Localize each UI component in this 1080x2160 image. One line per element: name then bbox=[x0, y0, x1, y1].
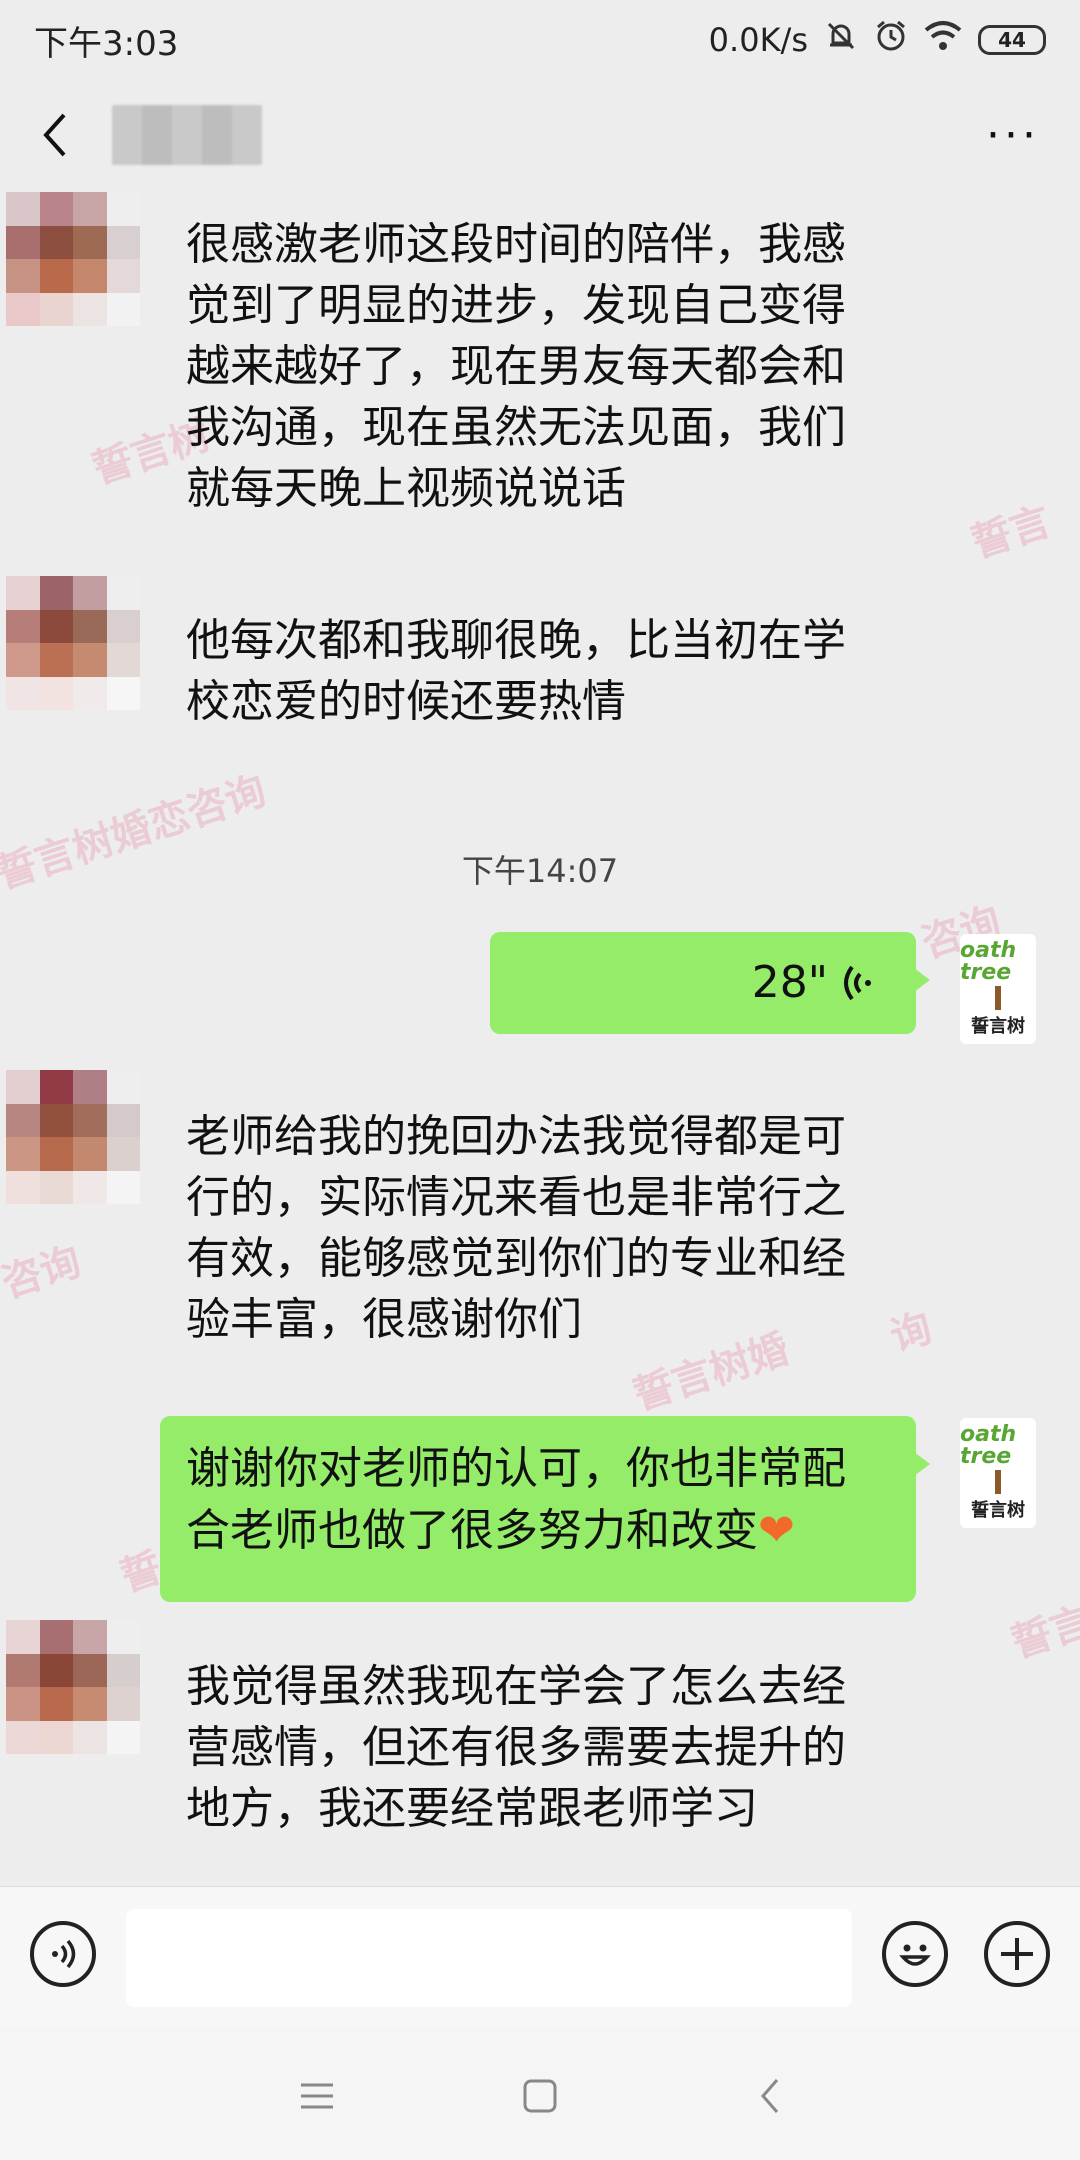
message-line: 越来越好了，现在男友每天都会和 bbox=[186, 341, 846, 392]
add-more-button[interactable] bbox=[984, 1921, 1050, 1987]
avatar[interactable] bbox=[6, 1620, 140, 1754]
message-text: 我觉得虽然我现在学会了怎么去经 营感情，但还有很多需要去提升的 地方，我还要经常… bbox=[186, 1656, 906, 1839]
message-text: 他每次都和我聊很晚，比当初在学 校恋爱的时候还要热情 bbox=[186, 610, 906, 732]
status-bar: 下午3:03 0.0K/s 44 bbox=[0, 0, 1080, 80]
wifi-icon bbox=[924, 20, 962, 60]
logo-name: 誓言树 bbox=[971, 1500, 1025, 1521]
message-text: 老师给我的挽回办法我觉得都是可 行的，实际情况来看也是非常行之 有效，能够感觉到… bbox=[186, 1106, 906, 1350]
mute-bell-icon bbox=[824, 19, 858, 61]
voice-message-bubble[interactable]: 28" bbox=[490, 932, 930, 1034]
watermark: 咨询 bbox=[0, 1238, 87, 1308]
logo-mark: oath tree bbox=[960, 938, 1017, 985]
home-button[interactable] bbox=[510, 2066, 570, 2126]
message-line: 他每次都和我聊很晚，比当初在学 bbox=[186, 615, 846, 666]
message-timestamp: 下午14:07 bbox=[461, 852, 619, 890]
alarm-icon bbox=[874, 19, 908, 61]
voice-wave-icon bbox=[844, 965, 871, 1001]
message-line: 就每天晚上视频说说话 bbox=[186, 463, 626, 514]
message-line: 有效，能够感觉到你们的专业和经 bbox=[186, 1233, 846, 1284]
battery-icon: 44 bbox=[978, 25, 1046, 55]
logo-mark: oath tree bbox=[960, 1422, 1017, 1469]
back-icon bbox=[761, 2079, 779, 2113]
voice-input-icon bbox=[52, 1939, 76, 1969]
watermark: 誓言 bbox=[966, 498, 1057, 568]
message-text: 很感激老师这段时间的陪伴，我感 觉到了明显的进步，发现自己变得 越来越好了，现在… bbox=[186, 214, 906, 519]
message-line: 觉到了明显的进步，发现自己变得 bbox=[186, 280, 846, 331]
message-input[interactable] bbox=[126, 1909, 852, 2007]
status-time: 下午3:03 bbox=[34, 23, 179, 64]
sent-message-bubble[interactable]: 谢谢你对老师的认可，你也非常配 合老师也做了很多努力和改变❤ bbox=[160, 1416, 930, 1602]
watermark: 誓言 bbox=[1006, 1598, 1080, 1668]
more-button[interactable]: ··· bbox=[986, 110, 1050, 161]
brand-avatar[interactable]: oath tree 誓言树 bbox=[960, 1418, 1036, 1528]
avatar[interactable] bbox=[6, 192, 140, 326]
message-line: 我沟通，现在虽然无法见面，我们 bbox=[186, 402, 846, 453]
back-button[interactable] bbox=[30, 105, 80, 165]
message-line: 很感激老师这段时间的陪伴，我感 bbox=[186, 219, 846, 270]
logo-name: 誓言树 bbox=[971, 1016, 1025, 1037]
chat-title bbox=[112, 105, 262, 165]
voice-input-button[interactable] bbox=[30, 1921, 96, 1987]
back-nav-button[interactable] bbox=[740, 2066, 800, 2126]
menu-icon bbox=[301, 2083, 333, 2109]
chat-header: ··· bbox=[0, 80, 1080, 190]
voice-duration: 28" bbox=[751, 957, 828, 1008]
avatar[interactable] bbox=[6, 1070, 140, 1204]
message-line: 营感情，但还有很多需要去提升的 bbox=[186, 1722, 846, 1773]
network-speed: 0.0K/s bbox=[708, 21, 808, 59]
message-line: 谢谢你对老师的认可，你也非常配 bbox=[186, 1443, 846, 1494]
message-line: 行的，实际情况来看也是非常行之 bbox=[186, 1172, 846, 1223]
message-line: 老师给我的挽回办法我觉得都是可 bbox=[186, 1111, 846, 1162]
brand-avatar[interactable]: oath tree 誓言树 bbox=[960, 934, 1036, 1044]
system-nav-bar bbox=[0, 2026, 1080, 2160]
emoji-button[interactable] bbox=[882, 1921, 948, 1987]
message-line: 校恋爱的时候还要热情 bbox=[186, 676, 626, 727]
status-icons: 0.0K/s 44 bbox=[709, 19, 1046, 61]
message-line: 我觉得虽然我现在学会了怎么去经 bbox=[186, 1661, 846, 1712]
message-line: 地方，我还要经常跟老师学习 bbox=[186, 1783, 758, 1834]
message-line-text: 合老师也做了很多努力和改变 bbox=[186, 1505, 758, 1556]
emoji-icon bbox=[899, 1944, 931, 1966]
tree-icon bbox=[995, 986, 1001, 1010]
heart-emoji-icon: ❤ bbox=[758, 1505, 795, 1556]
plus-icon bbox=[1001, 1938, 1033, 1970]
chevron-left-icon bbox=[43, 113, 66, 157]
home-icon bbox=[523, 2079, 557, 2113]
input-bar bbox=[0, 1886, 1080, 2026]
message-line: 合老师也做了很多努力和改变❤ bbox=[186, 1500, 890, 1562]
avatar[interactable] bbox=[6, 576, 140, 710]
message-line: 验丰富，很感谢你们 bbox=[186, 1294, 582, 1345]
tree-icon bbox=[995, 1470, 1001, 1494]
more-dots-icon: ··· bbox=[986, 109, 1040, 161]
menu-button[interactable] bbox=[287, 2066, 347, 2126]
